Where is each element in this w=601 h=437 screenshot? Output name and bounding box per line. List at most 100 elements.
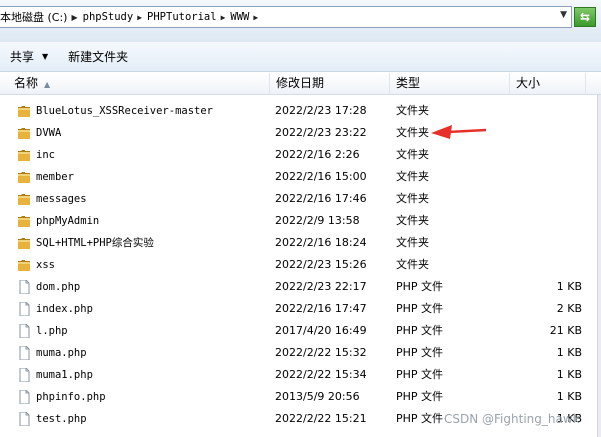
file-name: DVWA (36, 127, 62, 139)
file-date: 2022/2/16 2:26 (275, 148, 360, 161)
file-date: 2022/2/22 15:34 (275, 368, 367, 381)
file-type: PHP 文件 (396, 324, 444, 337)
file-row[interactable]: member 2022/2/16 15:00 文件夹 (0, 166, 601, 188)
file-row[interactable]: SQL+HTML+PHP综合实验 2022/2/16 18:24 文件夹 (0, 232, 601, 254)
folder-icon (18, 106, 30, 117)
file-name: inc (36, 149, 55, 161)
crumb-phpstudy[interactable]: phpStudy ▶ (83, 11, 147, 23)
document-icon (19, 324, 30, 338)
file-name: phpinfo.php (36, 391, 106, 403)
chevron-down-icon: ▼ (42, 52, 49, 61)
folder-icon (18, 128, 30, 139)
refresh-go-icon: ⇆ (579, 10, 591, 24)
crumb-www[interactable]: WWW ▶ (230, 11, 263, 23)
new-folder-button[interactable]: 新建文件夹 (58, 45, 138, 69)
column-size[interactable]: 大小 (510, 73, 586, 94)
folder-icon (18, 216, 30, 227)
document-icon (19, 346, 30, 360)
file-type: 文件夹 (396, 148, 429, 161)
file-date: 2022/2/23 15:26 (275, 258, 367, 271)
file-date: 2022/2/9 13:58 (275, 214, 360, 227)
file-date: 2022/2/16 17:46 (275, 192, 367, 205)
file-type: 文件夹 (396, 192, 429, 205)
file-name: muma.php (36, 347, 87, 359)
chevron-right-icon[interactable]: ▶ (253, 13, 258, 22)
share-button[interactable]: 共享 ▼ (0, 45, 58, 69)
file-row[interactable]: muma.php 2022/2/22 15:32 PHP 文件 1 KB (0, 342, 601, 364)
file-name: xss (36, 259, 55, 271)
address-box[interactable]: 本地磁盘 (C:) ▶ phpStudy ▶ PHPTutorial ▶ WWW ▶ ▼ (0, 6, 572, 28)
file-name: phpMyAdmin (36, 215, 100, 227)
document-icon (19, 390, 30, 404)
file-row[interactable]: inc 2022/2/16 2:26 文件夹 (0, 144, 601, 166)
scrollbar[interactable] (597, 95, 601, 437)
file-row[interactable]: BlueLotus_XSSReceiver-master 2022/2/23 17… (0, 100, 601, 122)
file-size (520, 144, 582, 166)
folder-icon (18, 194, 30, 205)
file-type: PHP 文件 (396, 346, 444, 359)
file-row[interactable]: messages 2022/2/16 17:46 文件夹 (0, 188, 601, 210)
file-date: 2022/2/16 17:47 (275, 302, 367, 315)
file-type: PHP 文件 (396, 302, 444, 315)
document-icon (19, 302, 30, 316)
file-name: SQL+HTML+PHP综合实验 (36, 237, 154, 249)
file-date: 2022/2/16 15:00 (275, 170, 367, 183)
column-name[interactable]: 名称 ▲ (8, 73, 270, 94)
file-date: 2017/4/20 16:49 (275, 324, 367, 337)
crumb-local-disk[interactable]: 本地磁盘 (C:) ▶ (0, 9, 83, 25)
folder-icon (18, 172, 30, 183)
file-row[interactable]: phpMyAdmin 2022/2/9 13:58 文件夹 (0, 210, 601, 232)
file-type: 文件夹 (396, 258, 429, 271)
file-size (520, 232, 582, 254)
file-type: PHP 文件 (396, 412, 444, 425)
refresh-button[interactable]: ⇆ (574, 7, 596, 27)
file-row[interactable]: l.php 2017/4/20 16:49 PHP 文件 21 KB (0, 320, 601, 342)
file-size (520, 100, 582, 122)
file-name: muma1.php (36, 369, 93, 381)
watermark: CSDN @Fighting_hawk (444, 412, 580, 426)
file-name: test.php (36, 413, 87, 425)
file-row[interactable]: phpinfo.php 2013/5/9 20:56 PHP 文件 1 KB (0, 386, 601, 408)
folder-icon (18, 238, 30, 249)
file-date: 2022/2/23 23:22 (275, 126, 367, 139)
file-size (520, 254, 582, 276)
file-size: 1 KB (556, 346, 582, 359)
file-date: 2022/2/23 22:17 (275, 280, 367, 293)
file-size (520, 188, 582, 210)
address-bar: 本地磁盘 (C:) ▶ phpStudy ▶ PHPTutorial ▶ WWW ▶ ▼… (0, 0, 601, 42)
file-name: l.php (36, 325, 68, 337)
folder-icon (18, 260, 30, 271)
file-row[interactable]: dom.php 2022/2/23 22:17 PHP 文件 1 KB (0, 276, 601, 298)
file-name: BlueLotus_XSSReceiver-master (36, 105, 214, 117)
file-type: PHP 文件 (396, 390, 444, 403)
crumb-phptutorial[interactable]: PHPTutorial ▶ (147, 11, 230, 23)
document-icon (19, 412, 30, 426)
folder-icon (18, 150, 30, 161)
file-row[interactable]: index.php 2022/2/16 17:47 PHP 文件 2 KB (0, 298, 601, 320)
file-row[interactable]: muma1.php 2022/2/22 15:34 PHP 文件 1 KB (0, 364, 601, 386)
file-type: 文件夹 (396, 126, 429, 139)
chevron-down-icon[interactable]: ▼ (560, 10, 567, 20)
file-size: 1 KB (556, 390, 582, 403)
file-list: BlueLotus_XSSReceiver-master 2022/2/23 17… (0, 100, 601, 430)
file-date: 2013/5/9 20:56 (275, 390, 360, 403)
chevron-right-icon[interactable]: ▶ (137, 13, 142, 22)
file-date: 2022/2/22 15:32 (275, 346, 367, 359)
file-size: 2 KB (556, 302, 582, 315)
file-size (520, 166, 582, 188)
file-type: 文件夹 (396, 170, 429, 183)
chevron-right-icon[interactable]: ▶ (71, 13, 77, 22)
file-type: 文件夹 (396, 214, 429, 227)
chevron-right-icon[interactable]: ▶ (221, 13, 226, 22)
file-type: PHP 文件 (396, 368, 444, 381)
column-header: 名称 ▲ 修改日期 类型 大小 (0, 73, 601, 95)
command-toolbar: 共享 ▼ 新建文件夹 (0, 42, 601, 72)
file-size (520, 210, 582, 232)
file-row[interactable]: DVWA 2022/2/23 23:22 文件夹 (0, 122, 601, 144)
document-icon (19, 280, 30, 294)
column-date[interactable]: 修改日期 (270, 73, 390, 94)
file-size: 1 KB (556, 368, 582, 381)
sort-ascending-icon: ▲ (44, 80, 51, 89)
file-row[interactable]: xss 2022/2/23 15:26 文件夹 (0, 254, 601, 276)
column-type[interactable]: 类型 (390, 73, 510, 94)
